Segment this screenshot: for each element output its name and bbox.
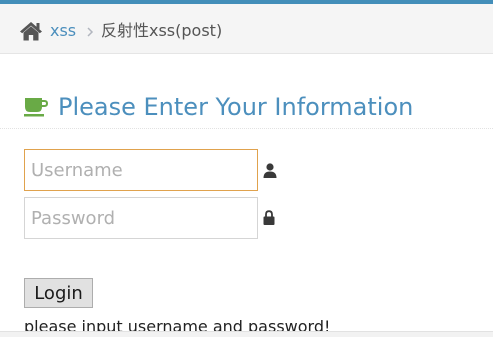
user-icon xyxy=(263,163,277,178)
lock-icon xyxy=(263,210,275,225)
chevron-right-icon xyxy=(87,27,94,37)
password-input[interactable] xyxy=(24,197,258,239)
breadcrumb-current: 反射性xss(post) xyxy=(101,21,223,40)
username-input[interactable] xyxy=(24,149,258,191)
bottom-divider xyxy=(0,331,493,337)
breadcrumb: xss 反射性xss(post) xyxy=(0,4,493,54)
coffee-icon xyxy=(24,98,48,117)
login-button[interactable]: Login xyxy=(24,278,93,308)
page-header: Please Enter Your Information xyxy=(0,55,493,129)
home-icon[interactable] xyxy=(19,21,43,41)
page-title: Please Enter Your Information xyxy=(58,93,414,121)
breadcrumb-home-link[interactable]: xss xyxy=(50,21,76,41)
